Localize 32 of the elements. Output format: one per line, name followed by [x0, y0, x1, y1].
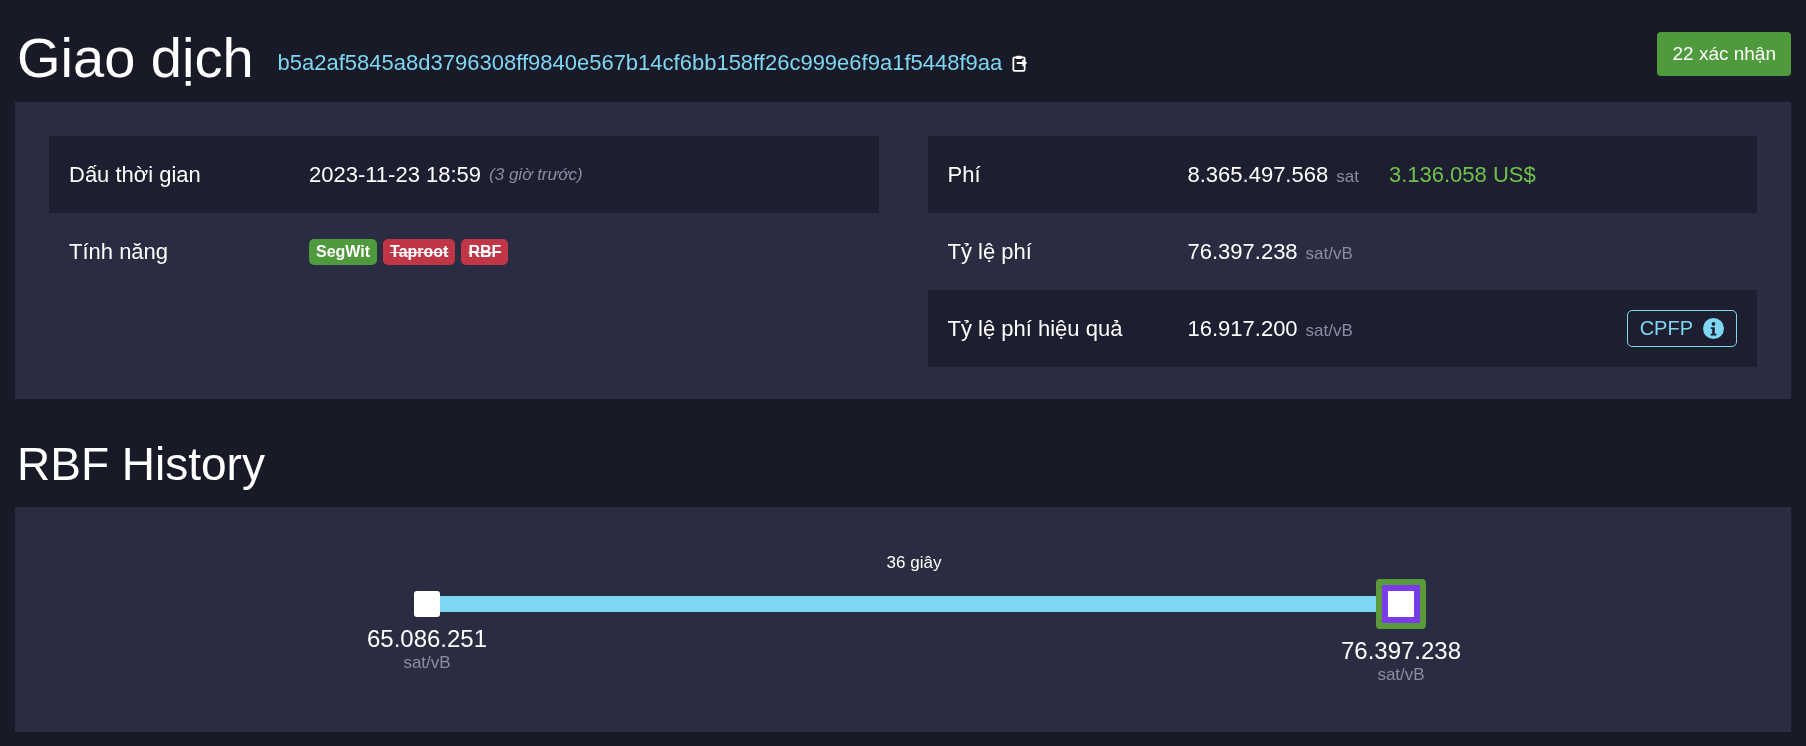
value-text: 8.365.497.568 — [1187, 161, 1329, 188]
unit-text: sat/vB — [1305, 320, 1353, 341]
timestamp-value: 2023-11-23 18:59 — [309, 161, 482, 188]
page-title: Giao dịch — [17, 24, 254, 90]
info-icon — [1703, 318, 1724, 339]
confirmations-badge: 22 xác nhận — [1657, 32, 1791, 76]
relative-time: (3 giờ trước) — [489, 164, 583, 185]
value-text: 76.397.238 — [1187, 238, 1298, 265]
cpfp-button[interactable]: CPFP — [1626, 310, 1737, 347]
fee-rate: 76.397.238 — [1340, 637, 1462, 665]
row-label: Phí — [947, 161, 982, 188]
unit-text: sat/vB — [1305, 243, 1353, 264]
section-title: RBF History — [17, 437, 266, 491]
transaction-id-link[interactable]: b5a2af5845a8d3796308ff9840e567b14cf6bb158ff26c999e6f9a1f5448f9aa — [277, 50, 1003, 76]
feature-tag: RBF — [461, 238, 509, 265]
copy-button[interactable] — [1010, 53, 1029, 73]
value-text: 16.917.200 — [1187, 315, 1298, 342]
clipboard-icon — [1010, 53, 1029, 73]
row-label: Tính năng — [69, 238, 170, 265]
unit-text: sat — [1336, 166, 1359, 187]
feature-tag: Taproot — [383, 238, 456, 265]
row-label: Tỷ lệ phí hiệu quả — [947, 315, 1124, 342]
fee-rate-unit: sat/vB — [1377, 665, 1425, 685]
row-label: Tỷ lệ phí — [947, 238, 1033, 265]
transaction-node[interactable] — [414, 591, 440, 617]
interval-label: 36 giây — [886, 553, 942, 573]
transaction-node[interactable] — [1376, 579, 1426, 629]
fee-rate-unit: sat/vB — [403, 653, 451, 673]
fee-rate: 65.086.251 — [366, 625, 488, 653]
row-label: Dấu thời gian — [69, 161, 202, 188]
feature-tag: SegWit — [309, 238, 378, 265]
fiat-value: 3.136.058 US$ — [1388, 161, 1536, 188]
